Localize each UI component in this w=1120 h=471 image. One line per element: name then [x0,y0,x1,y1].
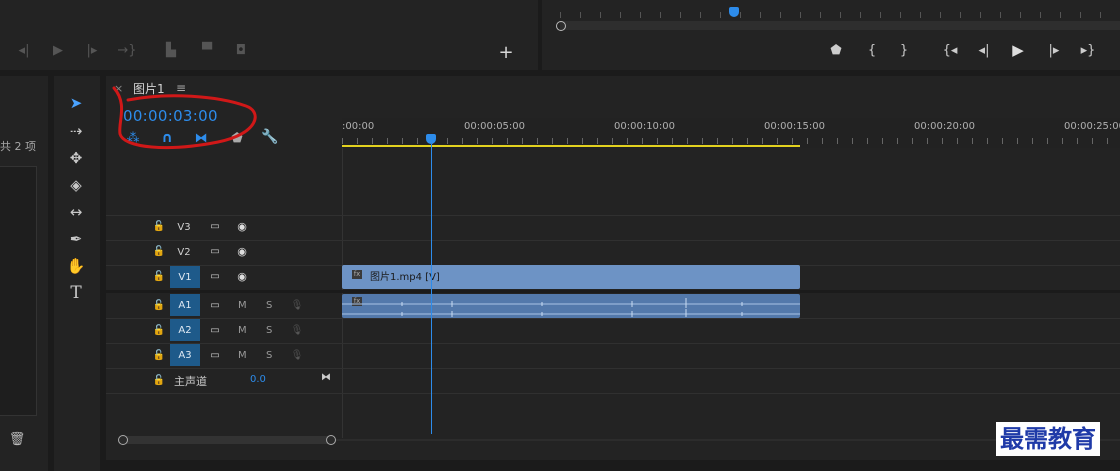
eye-icon[interactable]: ◉ [234,219,250,233]
extract-icon[interactable]: ▀ [196,40,218,60]
playhead-line[interactable] [431,144,432,434]
marker-icon[interactable]: ⬟ [826,40,846,60]
sync-lock-icon[interactable]: ▭ [207,244,223,258]
sync-lock-icon[interactable]: ▭ [207,348,223,362]
fx-badge-icon: fx [352,270,362,279]
lock-icon[interactable]: 🔓 [152,323,166,337]
track-target-v2[interactable]: V2 [172,242,196,262]
step-forward-icon[interactable]: |▸ [1044,40,1064,60]
track-lane-master[interactable] [342,368,1120,393]
master-volume-value[interactable]: 0.0 [250,374,266,385]
track-header-a1 [106,293,342,317]
add-button-icon[interactable]: + [496,42,516,63]
project-item-count: 共 2 项 [0,140,36,153]
lock-icon[interactable]: 🔓 [152,298,166,312]
track-header-a3 [106,343,342,368]
watermark: 最需教育 [996,422,1100,456]
ripple-edit-tool-icon[interactable]: ✥ [64,147,88,169]
out-point-icon[interactable]: } [894,40,914,60]
work-area-bar[interactable] [342,145,800,147]
track-header-a2 [106,318,342,343]
insert-icon[interactable]: →} [116,40,138,60]
track-header-v3 [106,215,342,240]
ruler-label: 00:00:20:00 [914,121,976,132]
audio-waveform [342,298,800,317]
master-track-label: 主声道 [174,375,207,388]
ruler-label: 00:00:10:00 [614,121,676,132]
zoom-bar-left-handle[interactable] [118,435,128,445]
lock-icon[interactable]: 🔓 [152,244,166,258]
sync-lock-icon[interactable]: ▭ [207,269,223,283]
program-tick-row [560,12,1120,18]
microphone-icon[interactable]: 🎙 [290,348,304,362]
sync-lock-icon[interactable]: ▭ [207,219,223,233]
in-point-icon[interactable]: { [862,40,882,60]
track-lane-a2[interactable] [342,318,1120,343]
mute-button[interactable]: M [238,325,247,336]
pen-tool-icon[interactable]: ✒ [64,228,88,250]
lock-icon[interactable]: 🔓 [152,219,166,233]
type-tool-icon[interactable]: T [64,282,88,304]
program-scrub-bar[interactable] [560,21,1120,30]
lock-icon[interactable]: 🔓 [152,269,166,283]
lock-icon[interactable]: 🔓 [152,373,166,387]
track-header-v2 [106,240,342,265]
go-to-in-icon[interactable]: {◂ [938,40,962,60]
ruler-label: 00:00:05:00 [464,121,526,132]
playhead-handle-icon[interactable] [426,134,436,144]
mute-button[interactable]: M [238,300,247,311]
camera-icon[interactable]: ◘ [230,40,252,60]
video-clip-label: 图片1.mp4 [V] [370,272,440,283]
track-area-bottom [106,393,1120,394]
slip-tool-icon[interactable]: ↔ [64,201,88,223]
track-target-a1[interactable]: A1 [170,294,200,316]
microphone-icon[interactable]: 🎙 [290,323,304,337]
timeline-zoom-bar[interactable] [118,436,334,444]
solo-button[interactable]: S [266,300,272,311]
step-back-icon[interactable]: ◂| [974,40,994,60]
ruler-label: 00:00:15:00 [764,121,826,132]
track-select-tool-icon[interactable]: ⇢ [64,120,88,142]
audio-clip[interactable]: fx [342,294,800,318]
microphone-icon[interactable]: 🎙 [290,298,304,312]
selection-tool-icon[interactable]: ➤ [64,92,88,114]
razor-tool-icon[interactable]: ◈ [64,174,88,196]
play-icon[interactable]: ▶ [1008,40,1028,60]
track-header-v1 [106,265,342,290]
track-lane-v3[interactable] [342,215,1120,240]
track-target-v3[interactable]: V3 [172,217,196,237]
track-lane-a3[interactable] [342,343,1120,368]
track-target-a2[interactable]: A2 [170,319,200,341]
hand-tool-icon[interactable]: ✋ [64,255,88,277]
solo-button[interactable]: S [266,325,272,336]
step-forward-icon[interactable]: |▸ [82,40,102,60]
track-target-v1[interactable]: V1 [170,266,200,288]
ruler-label: :00:00 [342,121,375,132]
track-target-a3[interactable]: A3 [170,344,200,366]
sync-lock-icon[interactable]: ▭ [207,298,223,312]
solo-button[interactable]: S [266,350,272,361]
eye-icon[interactable]: ◉ [234,269,250,283]
master-bowtie-icon[interactable]: ⧓ [318,370,334,384]
ruler-ticks [342,138,1120,144]
track-header-master [106,368,342,393]
sync-lock-icon[interactable]: ▭ [207,323,223,337]
mute-button[interactable]: M [238,350,247,361]
scrub-start-handle[interactable] [556,21,566,31]
source-monitor [0,0,538,70]
ruler-label: 00:00:25:00 [1064,121,1120,132]
eye-icon[interactable]: ◉ [234,244,250,258]
annotation-circle [112,86,257,150]
track-lane-v2[interactable] [342,240,1120,265]
zoom-bar-right-handle[interactable] [326,435,336,445]
step-back-icon[interactable]: ◂| [14,40,34,60]
lock-icon[interactable]: 🔓 [152,348,166,362]
video-clip[interactable]: fx 图片1.mp4 [V] [342,265,800,289]
play-icon[interactable]: ▶ [48,40,68,60]
go-to-out-icon[interactable]: ▸} [1076,40,1100,60]
trash-icon[interactable]: 🗑 [8,430,26,448]
project-list-area [0,166,37,416]
lift-icon[interactable]: ▙ [160,40,182,60]
